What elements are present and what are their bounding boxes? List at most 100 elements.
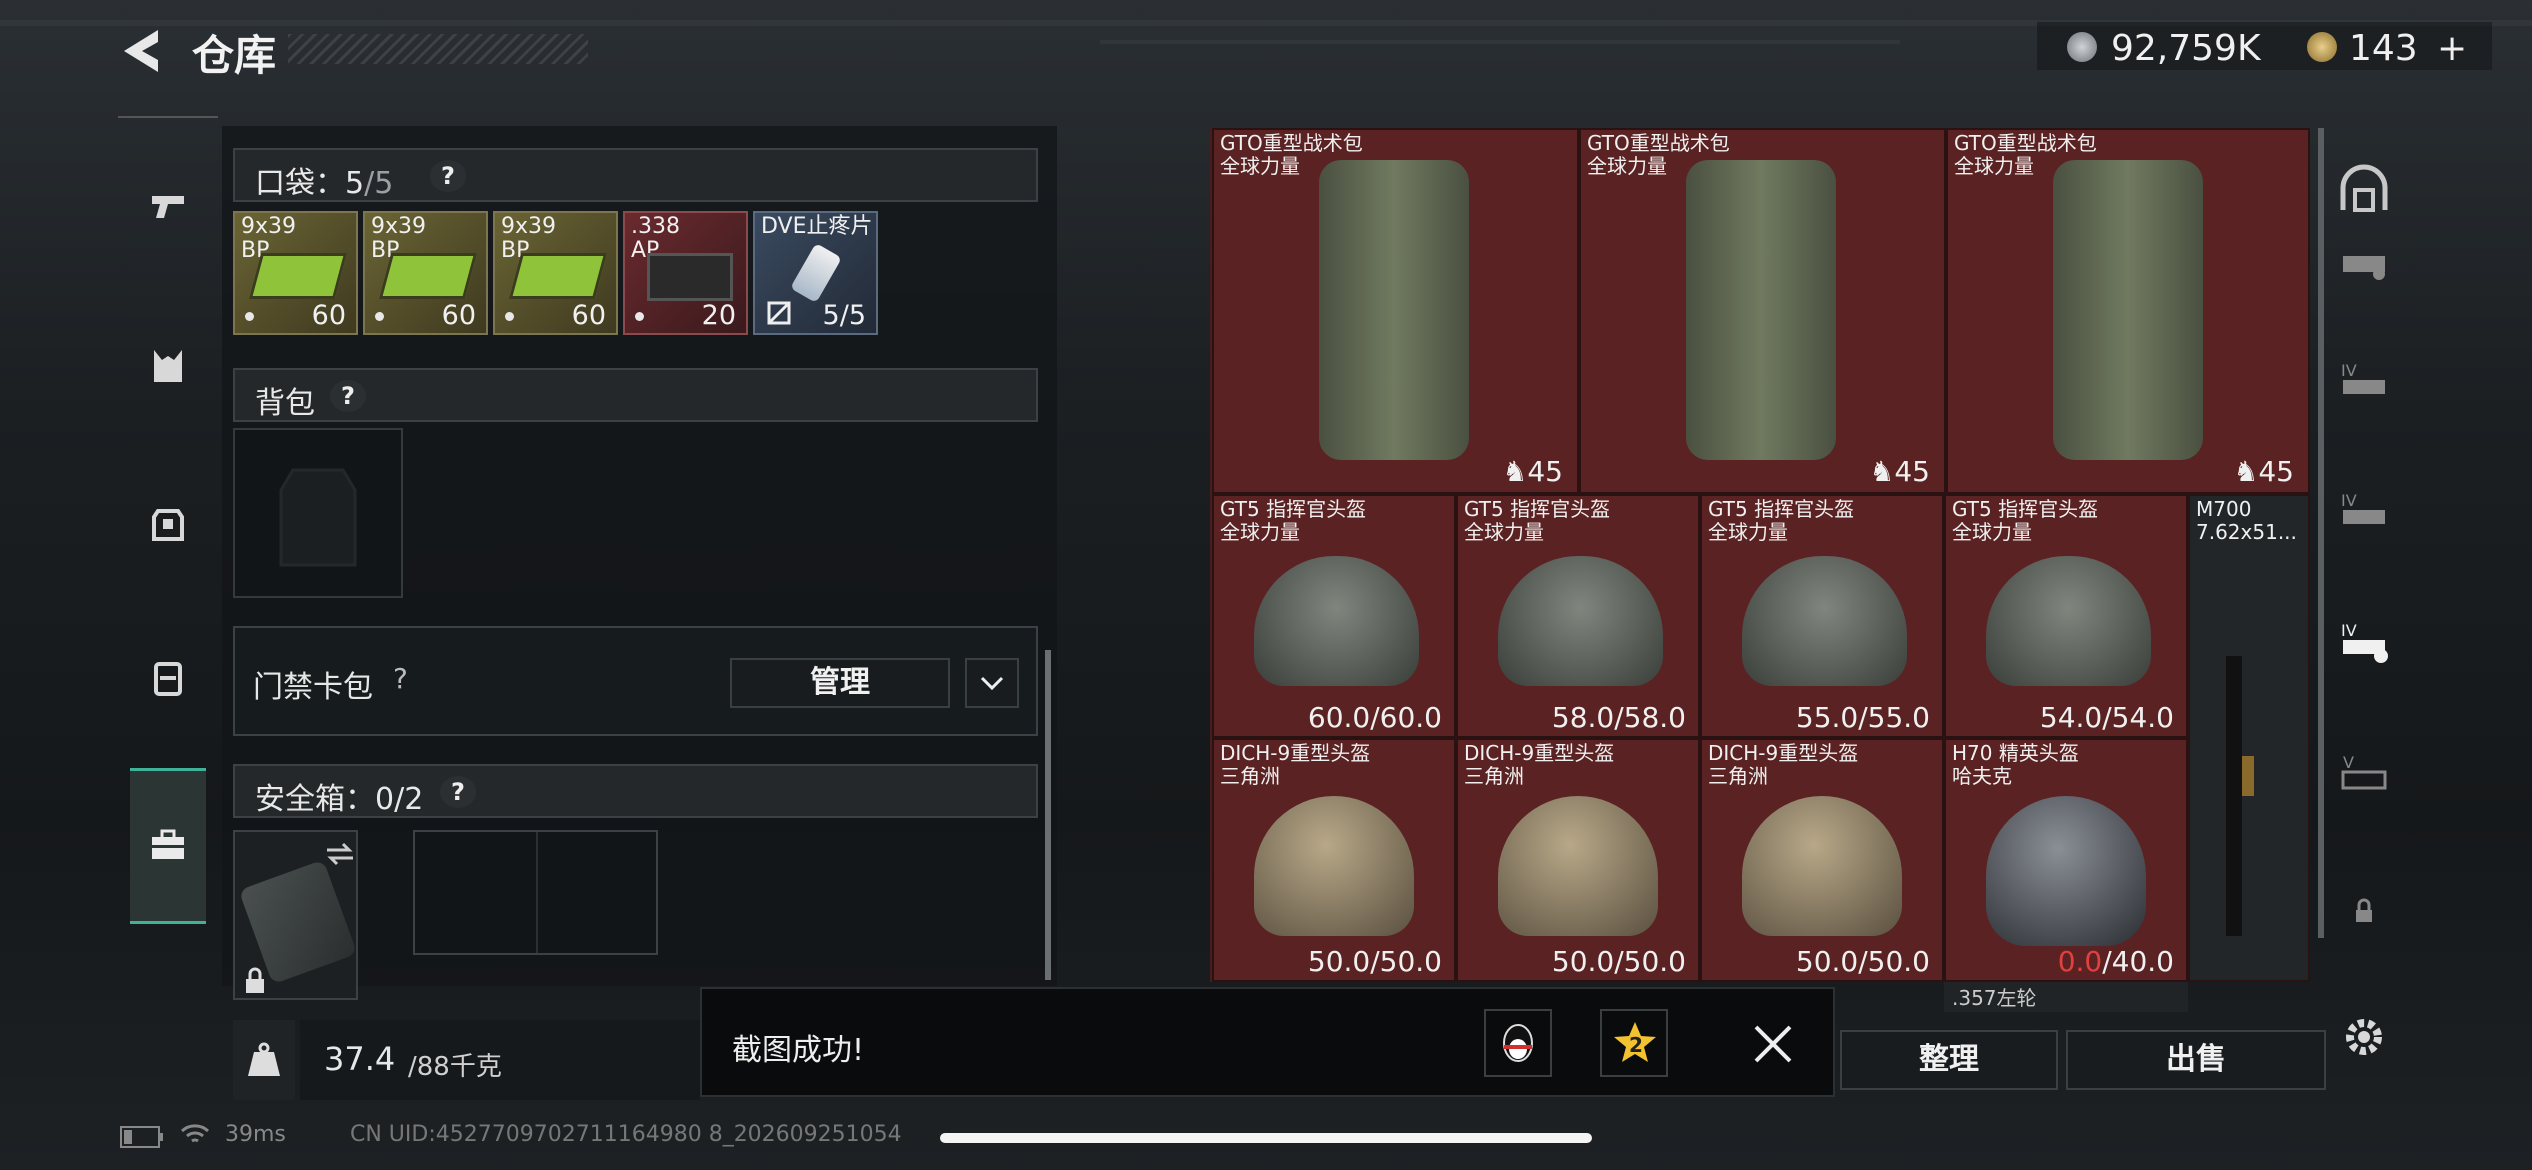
keycard-expand-button[interactable] [965,658,1019,708]
item-durability: 55.0/55.0 [1795,701,1930,734]
item-count: 20 [701,300,736,331]
stash-item-backpack-3[interactable]: GTO重型战术包 全球力量 ♞45 [1946,128,2310,494]
pocket-item-1[interactable]: 9x39 BP 60 [233,211,358,335]
stash-item-helmet-gt5-2[interactable]: GT5 指挥官头盔 全球力量 58.0/58.0 [1456,494,1700,738]
toolbox-icon [152,829,184,859]
qzone-share-button[interactable]: 2 [1600,1009,1668,1077]
stash-home-icon[interactable] [2337,164,2391,218]
item-name: GT5 指挥官头盔 全球力量 [1464,497,1611,544]
stash-item-helmet-gt5-3[interactable]: GT5 指挥官头盔 全球力量 55.0/55.0 [1700,494,1944,738]
item-name: H70 精英头盔 哈夫克 [1952,741,2079,788]
stash-tab-v-icon[interactable]: V [2337,748,2391,802]
item-name: GT5 指挥官头盔 全球力量 [1220,497,1367,544]
stash-tab-iv-b-icon[interactable]: IV [2337,486,2391,540]
helmet-image [1742,796,1902,936]
status-dot [245,312,254,321]
ammo-box-image [248,253,348,299]
safebox-header: 安全箱：0/2 ? [233,764,1038,818]
page-title: 仓库 [192,31,277,80]
screenshot-toast: 截图成功! 2 [700,987,1835,1097]
keycard-section: 门禁卡包 ? 管理 [233,626,1038,736]
backpack-icon[interactable] [148,503,188,543]
backpack-slot-empty[interactable] [233,428,403,598]
item-capacity: ♞45 [1502,455,1563,488]
weight-bar: 37.4 /88千克 [300,1020,700,1100]
backpack-header: 背包 ? [233,368,1038,422]
safebox-help-button[interactable]: ? [440,776,476,808]
sort-button[interactable]: 整理 [1840,1030,2058,1090]
pocket-item-3[interactable]: 9x39 BP 60 [493,211,618,335]
armor-vest-icon[interactable] [148,346,188,386]
svg-text:V: V [2343,753,2354,772]
stash-item-helmet-dich-1[interactable]: DICH-9重型头盔 三角洲 50.0/50.0 [1212,738,1456,982]
item-name: .357左轮 [1952,986,2037,1010]
backpack-help-button[interactable]: ? [330,380,366,412]
item-capacity: ♞45 [2233,455,2294,488]
item-count: 60 [571,300,606,331]
keycard-help-button[interactable]: ? [393,662,408,695]
stash-item-backpack-1[interactable]: GTO重型战术包 全球力量 ♞45 [1212,128,1579,494]
item-capacity: ♞45 [1869,455,1930,488]
svg-text:IV: IV [2341,361,2357,380]
manage-button[interactable]: 管理 [730,658,950,708]
pocket-item-5[interactable]: DVE止疼片 5/5 [753,211,878,335]
pocket-item-4[interactable]: .338 AP 20 [623,211,748,335]
stash-item-helmet-dich-3[interactable]: DICH-9重型头盔 三角洲 50.0/50.0 [1700,738,1944,982]
helmet-image [1986,556,2151,686]
pocket-help-button[interactable]: ? [430,160,466,192]
status-dot [375,312,384,321]
uid-text: CN UID:4527709702711164980 8_20260925105… [350,1122,902,1147]
safebox-case-image [238,859,358,985]
stash-item-helmet-dich-2[interactable]: DICH-9重型头盔 三角洲 50.0/50.0 [1456,738,1700,982]
stash-item-revolver-partial[interactable]: .357左轮 [1944,982,2188,1012]
grid-scrollbar[interactable] [2318,128,2324,938]
sidebar-item-toolbox-active[interactable] [130,768,206,924]
stash-tab-iv-active-icon[interactable]: IV [2337,616,2391,670]
gold-amount: 143 [2349,28,2418,69]
ammo-box-image [647,253,733,301]
safebox-label: 安全箱：0/2 [255,782,424,817]
swap-icon[interactable] [325,842,355,866]
stash-tab-iv-a-icon[interactable]: IV [2337,356,2391,410]
silver-amount: 92,759K [2111,28,2261,69]
currency-bar: 92,759K 143 + [2037,22,2492,70]
panel-scrollbar[interactable] [1045,650,1051,980]
safebox-item[interactable] [233,830,358,1000]
weight-current: 37.4 [324,1040,396,1078]
chest-rig-icon[interactable] [148,658,188,698]
bg-streak [1100,40,1900,44]
helmet-image [1254,556,1419,686]
stash-tab-1-icon[interactable] [2337,240,2391,294]
item-count: 60 [441,300,476,331]
chevron-down-icon [980,676,1004,691]
stash-item-helmet-gt5-1[interactable]: GT5 指挥官头盔 全球力量 60.0/60.0 [1212,494,1456,738]
stash-item-helmet-gt5-4[interactable]: GT5 指挥官头盔 全球力量 54.0/54.0 [1944,494,2188,738]
locked-tab-icon[interactable] [2337,884,2391,938]
item-durability: 0.0/40.0 [2057,945,2174,978]
sell-button[interactable]: 出售 [2066,1030,2326,1090]
pocket-item-2[interactable]: 9x39 BP 60 [363,211,488,335]
pistol-icon[interactable] [148,186,188,226]
back-button[interactable] [118,26,168,76]
status-dot [635,312,644,321]
item-durability: 50.0/50.0 [1307,945,1442,978]
painkiller-image [790,242,842,304]
home-indicator[interactable] [940,1133,1592,1143]
helmet-image [1742,556,1907,686]
pocket-label: 口袋：5/5 [255,166,394,201]
stash-item-backpack-2[interactable]: GTO重型战术包 全球力量 ♞45 [1579,128,1946,494]
stash-item-rifle-m700[interactable]: M700 7.62x51... [2188,494,2310,982]
qq-share-button[interactable] [1484,1009,1552,1077]
item-durability: 54.0/54.0 [2039,701,2174,734]
backpack-label: 背包 [255,386,315,421]
stash-item-helmet-h70[interactable]: H70 精英头盔 哈夫克 0.0/40.0 [1944,738,2188,982]
status-dot [505,312,514,321]
ammo-box-image [508,253,608,299]
settings-gear-icon[interactable] [2337,1010,2391,1064]
safebox-empty-slot[interactable] [413,830,658,955]
item-durability: 58.0/58.0 [1551,701,1686,734]
backpack-image [1319,160,1469,460]
item-count: 5/5 [822,300,866,331]
close-icon[interactable] [1752,1023,1794,1065]
add-gold-button[interactable]: + [2437,28,2467,69]
